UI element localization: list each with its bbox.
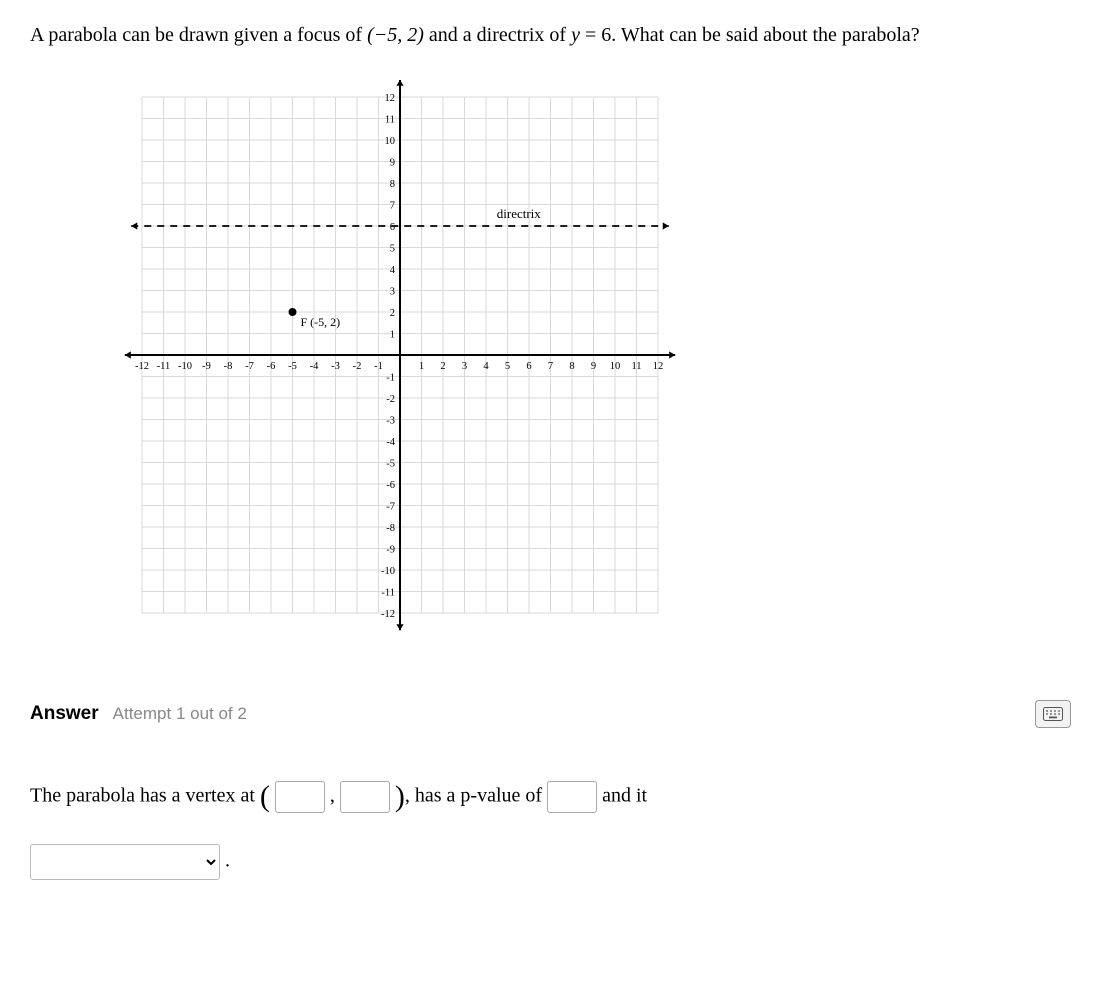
p-value-input[interactable] [547, 781, 597, 813]
svg-text:5: 5 [390, 244, 395, 255]
svg-text:1: 1 [390, 330, 395, 341]
svg-text:3: 3 [390, 287, 395, 298]
svg-text:-4: -4 [310, 361, 319, 372]
svg-text:4: 4 [390, 265, 396, 276]
svg-text:-11: -11 [381, 588, 395, 599]
sentence-p2: , has a p-value of [405, 785, 547, 807]
svg-text:2: 2 [390, 308, 395, 319]
svg-text:-2: -2 [353, 361, 362, 372]
svg-text:9: 9 [591, 361, 596, 372]
svg-text:-3: -3 [331, 361, 340, 372]
q-directrix-var: y [571, 24, 580, 46]
answer-sentence: The parabola has a vertex at ( , ), has … [30, 764, 1071, 883]
svg-text:-12: -12 [381, 609, 395, 620]
svg-text:-2: -2 [386, 394, 395, 405]
keyboard-icon[interactable] [1035, 700, 1071, 728]
q-prefix: A parabola can be drawn given a focus of [30, 24, 367, 46]
svg-text:12: 12 [385, 93, 396, 104]
svg-text:F (-5, 2): F (-5, 2) [301, 315, 341, 329]
svg-text:-4: -4 [386, 437, 395, 448]
svg-text:3: 3 [462, 361, 467, 372]
coordinate-graph: xy-12-11-10-9-8-7-6-5-4-3-2-112345678910… [120, 80, 680, 650]
svg-text:1: 1 [419, 361, 424, 372]
svg-text:-6: -6 [386, 480, 395, 491]
svg-text:directrix: directrix [497, 206, 542, 221]
svg-text:-1: -1 [374, 361, 383, 372]
svg-text:8: 8 [390, 179, 395, 190]
period: . [225, 850, 230, 872]
svg-text:-8: -8 [386, 523, 395, 534]
answer-label: Answer [30, 703, 99, 725]
svg-text:7: 7 [390, 201, 395, 212]
svg-text:-9: -9 [386, 545, 395, 556]
svg-text:-5: -5 [288, 361, 297, 372]
svg-text:-7: -7 [386, 502, 395, 513]
svg-text:-10: -10 [178, 361, 192, 372]
svg-text:-10: -10 [381, 566, 395, 577]
svg-text:7: 7 [548, 361, 553, 372]
svg-text:4: 4 [483, 361, 489, 372]
vertex-y-input[interactable] [340, 781, 390, 813]
svg-text:11: 11 [631, 361, 641, 372]
q-middle: and a directrix of [424, 24, 571, 46]
svg-text:-6: -6 [267, 361, 276, 372]
svg-text:-8: -8 [224, 361, 233, 372]
svg-text:-9: -9 [202, 361, 211, 372]
svg-text:6: 6 [390, 222, 395, 233]
svg-text:10: 10 [610, 361, 621, 372]
svg-text:6: 6 [526, 361, 531, 372]
svg-text:-3: -3 [386, 416, 395, 427]
svg-text:-5: -5 [386, 459, 395, 470]
svg-text:9: 9 [390, 158, 395, 169]
question-text: A parabola can be drawn given a focus of… [30, 20, 1071, 50]
svg-text:2: 2 [440, 361, 445, 372]
q-directrix-eq: = 6 [580, 24, 611, 46]
svg-text:10: 10 [385, 136, 396, 147]
svg-text:-7: -7 [245, 361, 254, 372]
svg-text:11: 11 [385, 115, 395, 126]
direction-select[interactable] [30, 844, 220, 880]
vertex-x-input[interactable] [275, 781, 325, 813]
q-suffix: . What can be said about the parabola? [611, 24, 919, 46]
sentence-p3: and it [602, 785, 647, 807]
svg-text:8: 8 [569, 361, 574, 372]
q-focus: (−5, 2) [367, 24, 424, 46]
svg-text:-11: -11 [157, 361, 171, 372]
svg-text:5: 5 [505, 361, 510, 372]
open-paren: ( [260, 780, 270, 813]
svg-text:-1: -1 [386, 373, 395, 384]
svg-text:12: 12 [653, 361, 664, 372]
attempt-text: Attempt 1 out of 2 [113, 704, 247, 724]
answer-header: Answer Attempt 1 out of 2 [30, 700, 1071, 728]
close-paren: ) [395, 780, 405, 813]
comma: , [330, 785, 335, 807]
svg-text:-12: -12 [135, 361, 149, 372]
sentence-p1: The parabola has a vertex at [30, 785, 260, 807]
